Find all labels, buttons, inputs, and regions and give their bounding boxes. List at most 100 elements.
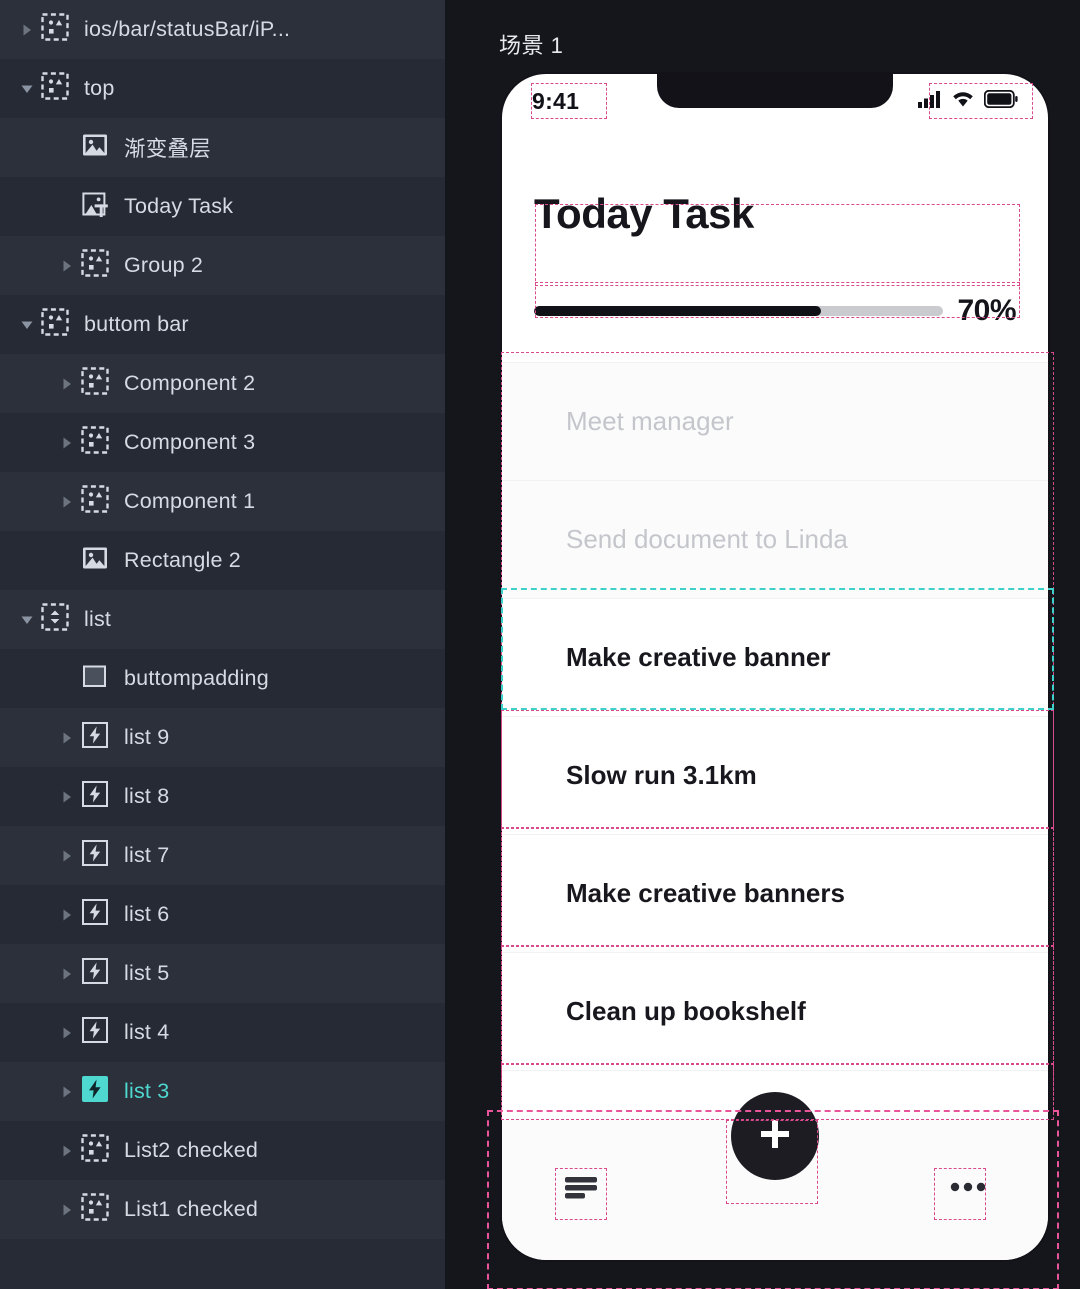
layer-row[interactable]: List2 checked xyxy=(0,1121,445,1180)
layer-row[interactable]: Rectangle 2 xyxy=(0,531,445,590)
chevron-down-icon[interactable] xyxy=(14,295,40,354)
layer-row[interactable]: Today Task xyxy=(0,177,445,236)
chevron-down-icon[interactable] xyxy=(14,590,40,649)
layer-row[interactable]: buttompadding xyxy=(0,649,445,708)
layer-type-icon xyxy=(40,308,70,341)
layer-row[interactable]: buttom bar xyxy=(0,295,445,354)
task-label: Make creative banners xyxy=(566,878,845,908)
layer-type-icon xyxy=(80,249,110,282)
task-list-item[interactable]: Clean up bookshelf xyxy=(502,952,1048,1070)
component-icon xyxy=(81,426,109,459)
layer-type-icon xyxy=(80,664,110,694)
component-icon xyxy=(41,308,69,341)
add-task-fab[interactable] xyxy=(731,1092,819,1180)
design-canvas[interactable]: 场景 1 9:41 Today Task 70% Meet manager Se… xyxy=(445,0,1080,1289)
component-icon xyxy=(41,13,69,46)
layer-type-icon xyxy=(80,839,110,872)
layer-name-label: top xyxy=(84,76,115,100)
rectangle-icon xyxy=(81,662,109,695)
chevron-right-icon[interactable] xyxy=(54,708,80,767)
instance-icon xyxy=(81,721,109,754)
layers-panel[interactable]: ios/bar/statusBar/iP... top 渐变叠层 Today Task… xyxy=(0,0,445,1289)
layer-row[interactable]: Component 3 xyxy=(0,413,445,472)
app-root: ios/bar/statusBar/iP... top 渐变叠层 Today Task… xyxy=(0,0,1080,1289)
layer-row[interactable]: list 6 xyxy=(0,885,445,944)
chevron-right-icon[interactable] xyxy=(54,1121,80,1180)
layer-type-icon xyxy=(40,13,70,46)
layer-row[interactable]: list 5 xyxy=(0,944,445,1003)
chevron-right-icon[interactable] xyxy=(54,767,80,826)
component-icon xyxy=(81,249,109,282)
layer-type-icon xyxy=(80,958,110,989)
layer-type-icon xyxy=(40,603,70,635)
component-icon xyxy=(81,367,109,400)
layer-name-label: Rectangle 2 xyxy=(124,548,241,572)
layer-row[interactable]: list xyxy=(0,590,445,649)
instance-icon xyxy=(81,1075,109,1108)
layer-type-icon xyxy=(80,1016,110,1049)
layer-row[interactable]: Component 1 xyxy=(0,472,445,531)
chevron-right-icon[interactable] xyxy=(54,885,80,944)
task-list-item[interactable]: Slow run 3.1km xyxy=(502,716,1048,834)
top-section: Today Task 70% xyxy=(502,128,1048,328)
layer-type-icon xyxy=(80,133,110,163)
chevron-right-icon[interactable] xyxy=(54,1062,80,1121)
layer-row[interactable]: 渐变叠层 xyxy=(0,118,445,177)
progress-row: 70% xyxy=(534,294,1016,328)
layer-type-icon xyxy=(80,367,110,400)
task-list-item[interactable]: Make creative banners xyxy=(502,834,1048,952)
task-label: Meet manager xyxy=(566,406,734,436)
chevron-right-icon[interactable] xyxy=(54,413,80,472)
chevron-right-icon[interactable] xyxy=(54,1180,80,1239)
layer-name-label: list 6 xyxy=(124,902,170,926)
frame-name-label[interactable]: 场景 1 xyxy=(499,28,563,60)
layer-row[interactable]: ios/bar/statusBar/iP... xyxy=(0,0,445,59)
layer-name-label: Today Task xyxy=(124,194,234,218)
wifi-icon xyxy=(951,90,975,113)
chevron-right-icon[interactable] xyxy=(54,944,80,1003)
component-icon xyxy=(81,1134,109,1167)
layer-name-label: List1 checked xyxy=(124,1197,259,1221)
chevron-right-icon[interactable] xyxy=(54,472,80,531)
layer-row[interactable]: Component 2 xyxy=(0,354,445,413)
status-time: 9:41 xyxy=(532,87,580,114)
layer-row[interactable]: list 3 xyxy=(0,1062,445,1121)
chevron-right-icon[interactable] xyxy=(54,1003,80,1062)
layer-row[interactable]: list 4 xyxy=(0,1003,445,1062)
chevron-right-icon[interactable] xyxy=(54,236,80,295)
layer-row[interactable]: list 7 xyxy=(0,826,445,885)
layer-type-icon xyxy=(80,781,110,812)
chevron-right-icon[interactable] xyxy=(54,354,80,413)
layer-row[interactable]: Group 2 xyxy=(0,236,445,295)
layer-row[interactable]: top xyxy=(0,59,445,118)
progress-bar xyxy=(534,306,944,317)
layer-row[interactable]: list 9 xyxy=(0,708,445,767)
layer-name-label: list 9 xyxy=(124,725,170,749)
task-list-item[interactable]: Send document to Linda xyxy=(502,480,1048,598)
layer-name-label: Component 3 xyxy=(124,430,256,454)
chevron-right-icon[interactable] xyxy=(14,0,40,59)
chevron-right-icon[interactable] xyxy=(54,826,80,885)
image-icon xyxy=(81,131,109,164)
task-list-item[interactable]: Meet manager xyxy=(502,362,1048,480)
layer-row[interactable]: List1 checked xyxy=(0,1180,445,1239)
layer-row[interactable]: list 8 xyxy=(0,767,445,826)
layer-name-label: Group 2 xyxy=(124,253,204,277)
instance-icon xyxy=(81,839,109,872)
task-list-item[interactable]: Make creative banner xyxy=(502,598,1048,716)
task-label: Make creative banner xyxy=(566,642,831,672)
component-icon xyxy=(81,1193,109,1226)
layer-type-icon xyxy=(80,546,110,576)
layer-name-label: list 7 xyxy=(124,843,170,867)
more-dots-icon[interactable] xyxy=(950,1180,986,1198)
instance-icon xyxy=(81,1016,109,1049)
list-lines-icon[interactable] xyxy=(564,1172,598,1207)
layer-name-label: ios/bar/statusBar/iP... xyxy=(84,17,291,41)
chevron-down-icon[interactable] xyxy=(14,59,40,118)
layer-name-label: buttom bar xyxy=(84,312,189,336)
signal-icon xyxy=(918,90,942,113)
text-layer-icon xyxy=(81,190,109,223)
